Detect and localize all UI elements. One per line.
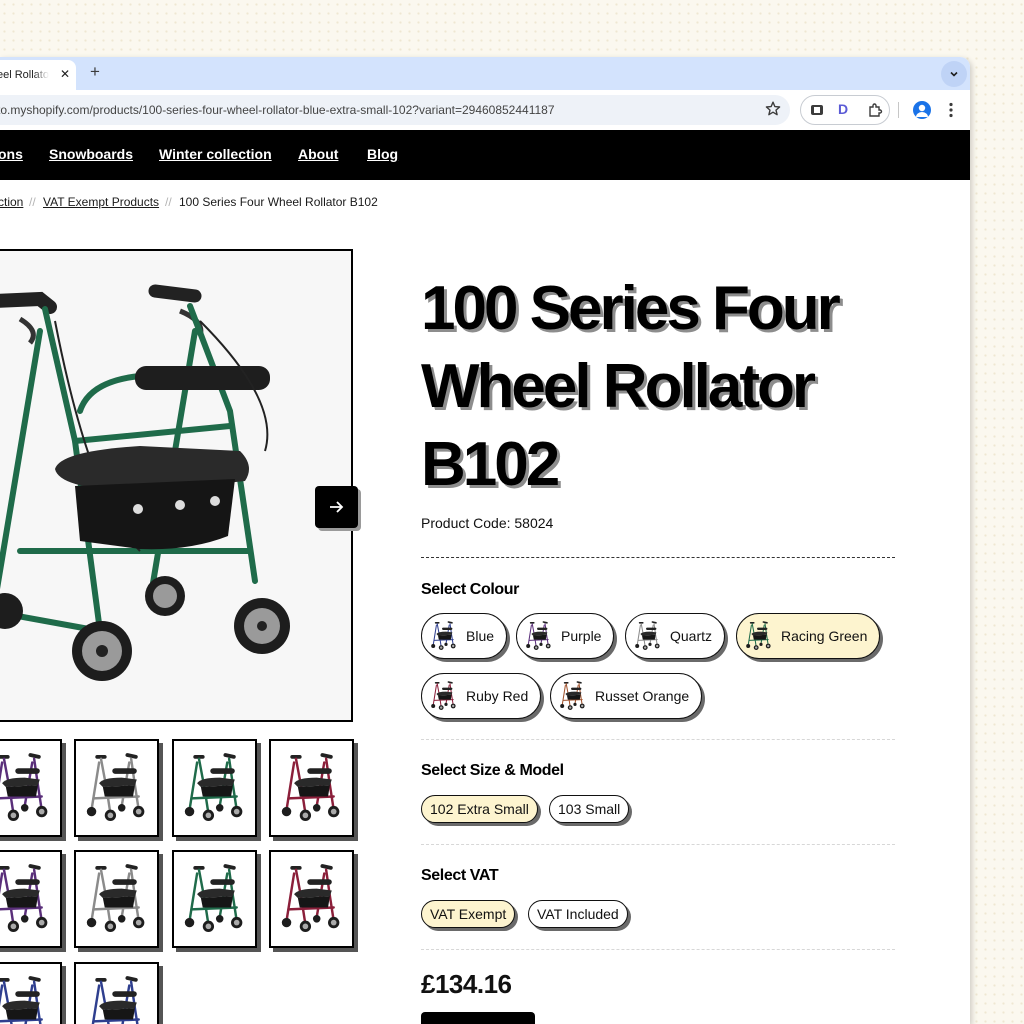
colour-option-purple[interactable]: Purple [516,613,615,659]
colour-option-label: Racing Green [781,628,868,644]
rollator-thumbnail-image [0,753,48,821]
chevron-down-icon [950,71,958,77]
bookmark-star-icon[interactable] [764,100,782,118]
breadcrumb-separator: // [165,195,172,209]
puzzle-icon[interactable] [867,102,883,118]
address-bar[interactable]: to.myshopify.com/products/100-series-fou… [0,95,790,125]
rollator-thumbnail-image [184,753,243,821]
product-thumbnail[interactable] [74,739,159,837]
rollator-swatch-icon [431,681,456,710]
add-to-cart-button[interactable] [421,1012,535,1024]
rollator-thumbnail-image [281,864,340,932]
product-thumbnail[interactable] [172,739,257,837]
new-tab-button[interactable]: + [86,62,104,82]
breadcrumb-link-vat-exempt[interactable]: VAT Exempt Products [43,195,159,209]
product-thumbnail[interactable] [0,962,62,1024]
product-code: Product Code: 58024 [421,515,554,531]
extension-icon[interactable] [809,102,825,118]
product-thumbnail[interactable] [0,739,62,837]
next-image-button[interactable] [315,486,358,528]
rollator-swatch-icon [431,621,456,650]
rollator-thumbnail-image [281,753,340,821]
product-thumbnail[interactable] [269,739,354,837]
rollator-swatch-icon [746,621,771,650]
nav-item-collections[interactable]: ons [0,146,23,162]
arrow-right-icon [329,501,343,513]
size-label: Select Size & Model [421,762,564,779]
tab-close-icon[interactable]: ✕ [58,67,72,81]
vat-option-included[interactable]: VAT Included [528,900,628,928]
breadcrumb-separator: // [29,195,36,209]
nav-item-snowboards[interactable]: Snowboards [49,146,133,162]
breadcrumb-link-collection[interactable]: ction [0,195,23,209]
url-text[interactable]: to.myshopify.com/products/100-series-fou… [0,103,555,117]
colour-label: Select Colour [421,581,519,598]
rollator-thumbnail-image [0,976,43,1024]
rollator-thumbnail-image [0,864,48,932]
product-thumbnail[interactable] [0,850,62,948]
browser-window: eel Rollato ✕ + to.myshopify.com/product… [0,57,970,1024]
more-menu-icon[interactable] [944,101,958,119]
divider [421,949,895,950]
size-option-103-small[interactable]: 103 Small [549,795,630,823]
tab-title: eel Rollato [0,69,49,81]
product-main-image[interactable] [0,249,353,722]
rollator-thumbnail-image [86,753,145,821]
profile-avatar-icon[interactable] [913,101,931,119]
browser-tab[interactable]: eel Rollato ✕ [0,60,76,90]
extension-d-icon[interactable]: D [838,101,854,117]
colour-option-russet-orange[interactable]: Russet Orange [550,673,703,719]
colour-option-label: Ruby Red [466,688,529,704]
colour-option-racing-green[interactable]: Racing Green [736,613,881,659]
product-title: 100 Series Four Wheel Rollator B102 [421,274,841,499]
nav-item-blog[interactable]: Blog [367,146,398,162]
colour-option-label: Russet Orange [595,688,690,704]
rollator-thumbnail-image [184,864,243,932]
product-thumbnail[interactable] [74,962,159,1024]
toolbar-divider [898,102,899,118]
colour-option-ruby-red[interactable]: Ruby Red [421,673,542,719]
product-price: £134.16 [421,969,512,999]
tab-strip: eel Rollato ✕ + [0,57,970,90]
breadcrumb-current: 100 Series Four Wheel Rollator B102 [179,195,378,209]
colour-option-quartz[interactable]: Quartz [625,613,726,659]
colour-option-label: Quartz [670,628,713,644]
rollator-swatch-icon [526,621,551,650]
browser-toolbar: to.myshopify.com/products/100-series-fou… [0,90,970,130]
site-nav: ons Snowboards Winter collection About B… [0,130,970,180]
nav-item-winter-collection[interactable]: Winter collection [159,146,272,162]
colour-option-blue[interactable]: Blue [421,613,508,659]
rollator-thumbnail-image [86,864,145,932]
colour-option-label: Purple [561,628,602,644]
vat-label: Select VAT [421,867,499,884]
divider [421,739,895,740]
size-option-102-extra-small[interactable]: 102 Extra Small [421,795,538,823]
rollator-thumbnail-image [91,976,140,1024]
nav-item-about[interactable]: About [298,146,338,162]
extensions-group: D [800,95,890,125]
divider [421,844,895,845]
product-thumbnail[interactable] [74,850,159,948]
rollator-image [0,251,351,720]
tab-search-button[interactable] [941,61,967,87]
vat-option-exempt[interactable]: VAT Exempt [421,900,516,928]
product-thumbnail[interactable] [269,850,354,948]
rollator-swatch-icon [560,681,585,710]
product-thumbnail[interactable] [172,850,257,948]
rollator-swatch-icon [635,621,660,650]
divider [421,557,895,558]
colour-option-label: Blue [466,628,495,644]
